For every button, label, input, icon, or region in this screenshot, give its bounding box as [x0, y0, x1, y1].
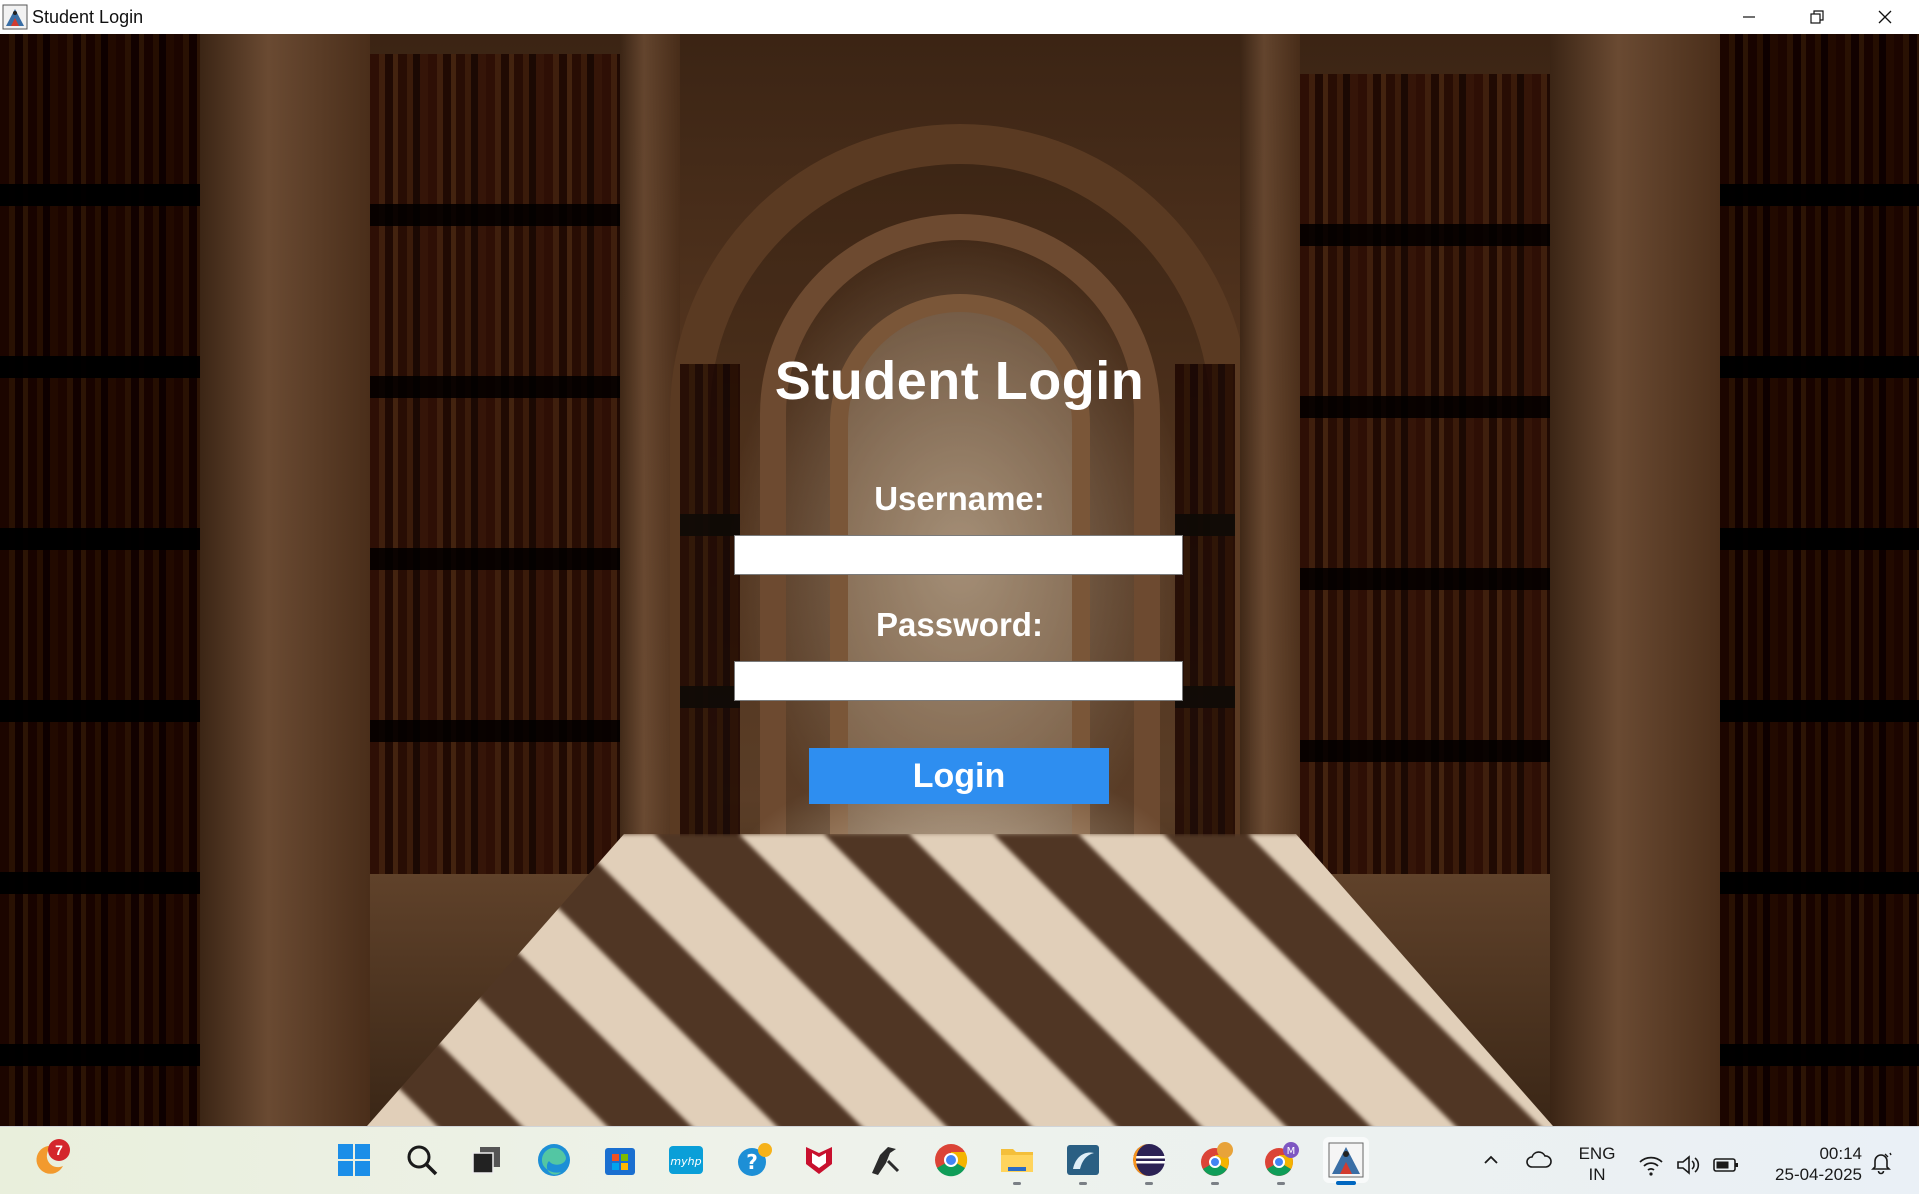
- page-title: Student Login: [774, 351, 1145, 411]
- clock-date: 25-04-2025: [1775, 1165, 1862, 1184]
- chrome-profile-button[interactable]: [1192, 1137, 1238, 1185]
- notification-bell-icon: [1871, 1152, 1892, 1175]
- window-title: Student Login: [32, 6, 144, 27]
- notification-center-button[interactable]: [1868, 1150, 1894, 1181]
- minimize-icon: [1743, 16, 1755, 18]
- chrome-profile-letter: M: [1287, 1146, 1296, 1157]
- chrome-icon: [935, 1144, 968, 1177]
- task-view-button[interactable]: [464, 1137, 510, 1183]
- minimize-button[interactable]: [1715, 0, 1783, 34]
- search-icon: [407, 1145, 438, 1176]
- store-icon: [605, 1148, 635, 1175]
- edge-button[interactable]: [531, 1137, 577, 1183]
- username-label: Username:: [874, 480, 1045, 517]
- java-tool-icon: [872, 1147, 900, 1175]
- start-button[interactable]: [331, 1137, 377, 1183]
- clock[interactable]: 00:14 25-04-2025: [1752, 1143, 1862, 1185]
- volume-icon: [1677, 1155, 1700, 1175]
- close-icon: [1878, 10, 1892, 24]
- search-button[interactable]: [399, 1137, 445, 1183]
- clock-time: 00:14: [1819, 1144, 1862, 1163]
- java-app-icon: [1328, 1142, 1364, 1178]
- language-indicator[interactable]: ENG IN: [1572, 1143, 1622, 1185]
- store-button[interactable]: [597, 1137, 643, 1183]
- file-explorer-icon: [1001, 1149, 1033, 1172]
- password-label: Password:: [876, 606, 1043, 643]
- language-code: ENG: [1578, 1144, 1616, 1163]
- restore-icon: [1810, 10, 1824, 24]
- chevron-up-icon: [1484, 1155, 1498, 1164]
- file-explorer-button[interactable]: [994, 1137, 1040, 1185]
- task-view-icon: [472, 1147, 500, 1174]
- mysql-workbench-button[interactable]: [1060, 1137, 1106, 1185]
- region-code: IN: [1588, 1165, 1606, 1184]
- close-button[interactable]: [1851, 0, 1919, 34]
- restore-button[interactable]: [1783, 0, 1851, 34]
- wifi-icon: [1639, 1156, 1663, 1176]
- myhp-button[interactable]: myhp: [663, 1137, 709, 1183]
- java-tool-button[interactable]: [862, 1137, 908, 1183]
- mcafee-button[interactable]: [796, 1137, 842, 1183]
- password-input[interactable]: [734, 661, 1183, 701]
- chrome-button[interactable]: [928, 1137, 974, 1183]
- window-controls: [1715, 0, 1919, 34]
- eclipse-button[interactable]: [1126, 1137, 1172, 1185]
- java-app-taskbar-button[interactable]: [1323, 1137, 1369, 1185]
- eclipse-icon: [1133, 1144, 1165, 1176]
- java-app-icon: [2, 4, 28, 30]
- title-bar: Student Login: [0, 0, 1919, 34]
- widget-notification-badge: 7: [48, 1139, 70, 1161]
- quick-settings-button[interactable]: [1638, 1143, 1740, 1187]
- username-input[interactable]: [734, 535, 1183, 575]
- edge-icon: [538, 1144, 570, 1176]
- login-panel: [0, 34, 1919, 1126]
- help-button[interactable]: ?: [731, 1137, 777, 1183]
- chrome-profile-m-icon: M: [1265, 1142, 1299, 1176]
- mysql-workbench-icon: [1067, 1145, 1099, 1175]
- svg-text:?: ?: [746, 1150, 758, 1174]
- svg-text:myhp: myhp: [670, 1155, 701, 1168]
- battery-icon: [1713, 1158, 1738, 1172]
- onedrive-button[interactable]: [1516, 1137, 1562, 1183]
- chrome-profile-icon: [1201, 1142, 1233, 1176]
- help-icon: ?: [738, 1143, 772, 1176]
- show-hidden-icons-button[interactable]: [1468, 1137, 1514, 1183]
- chrome-profile-m-button[interactable]: M: [1258, 1137, 1304, 1185]
- login-button[interactable]: Login: [809, 748, 1109, 804]
- cloud-icon: [1526, 1151, 1552, 1168]
- taskbar: myhp ? M: [0, 1126, 1919, 1194]
- myhp-icon: myhp: [669, 1146, 703, 1174]
- mcafee-icon: [806, 1147, 832, 1174]
- start-icon: [338, 1144, 370, 1176]
